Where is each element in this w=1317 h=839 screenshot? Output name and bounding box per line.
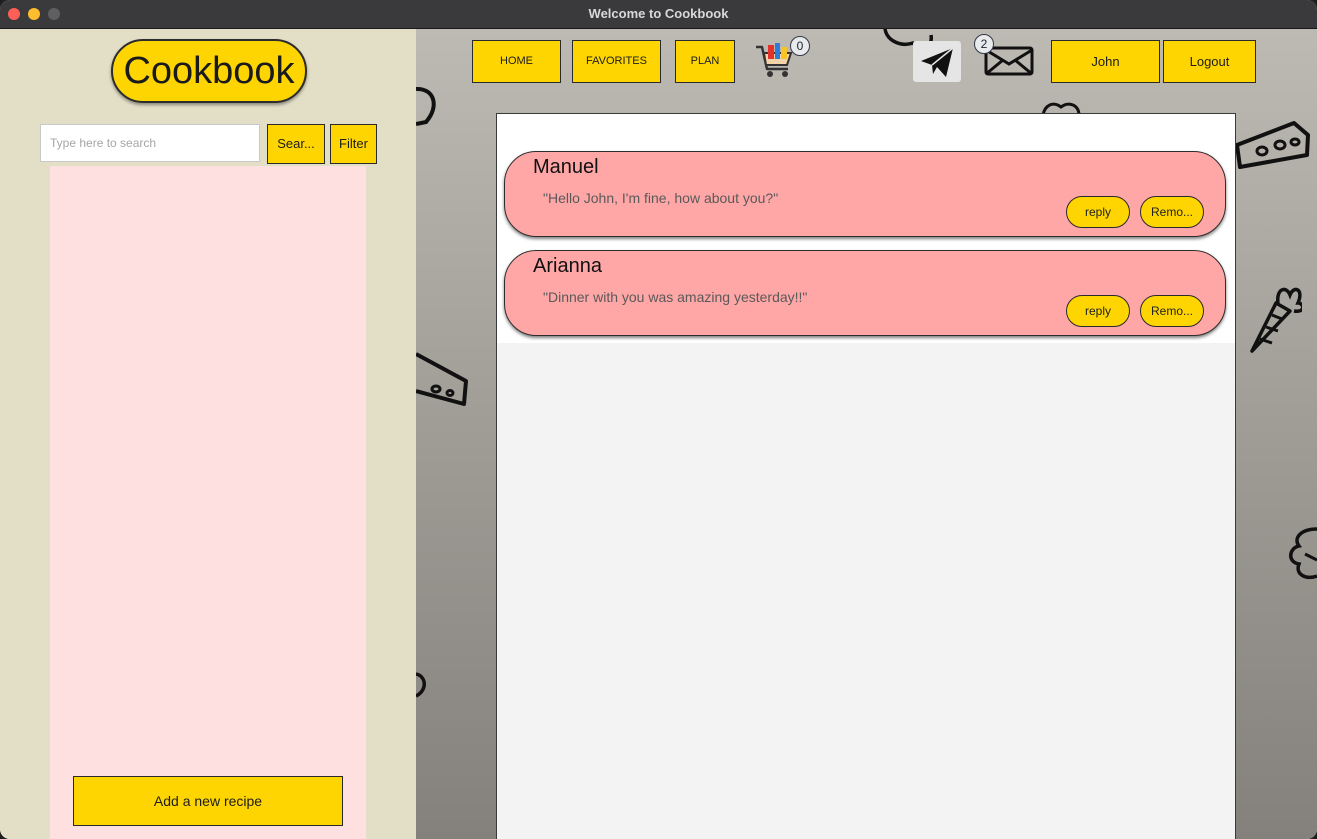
add-recipe-button[interactable]: Add a new recipe xyxy=(73,776,343,826)
paper-plane-icon xyxy=(921,47,954,77)
doodle-fragment-icon xyxy=(416,672,426,698)
message-sender: Arianna xyxy=(533,255,602,277)
search-button[interactable]: Sear... xyxy=(267,124,325,164)
reply-button[interactable]: reply xyxy=(1066,295,1130,327)
remove-button[interactable]: Remo... xyxy=(1140,295,1204,327)
reply-button[interactable]: reply xyxy=(1066,196,1130,228)
main-area: HOME FAVORITES PLAN 0 2 John Logout Manu… xyxy=(416,29,1317,839)
send-message-button[interactable] xyxy=(913,41,961,82)
window-title: Welcome to Cookbook xyxy=(588,6,729,21)
app-window: Welcome to Cookbook Cookbook Sear... Fil… xyxy=(0,0,1317,839)
nav-favorites-button[interactable]: FAVORITES xyxy=(572,40,661,83)
nav-plan-button[interactable]: PLAN xyxy=(675,40,735,83)
mail-count-badge: 2 xyxy=(974,34,994,54)
nav-home-button[interactable]: HOME xyxy=(472,40,561,83)
cheese-doodle-icon xyxy=(1235,121,1310,169)
broccoli-doodle-icon xyxy=(1289,527,1317,579)
logout-button[interactable]: Logout xyxy=(1163,40,1256,83)
message-text: "Dinner with you was amazing yesterday!!… xyxy=(543,289,808,305)
cookbook-logo: Cookbook xyxy=(111,39,307,103)
message-card: Manuel "Hello John, I'm fine, how about … xyxy=(504,151,1226,237)
messages-list: Manuel "Hello John, I'm fine, how about … xyxy=(497,114,1235,343)
title-bar: Welcome to Cookbook xyxy=(0,0,1317,29)
filter-button[interactable]: Filter xyxy=(330,124,377,164)
search-input[interactable] xyxy=(40,124,260,162)
cart-count-badge: 0 xyxy=(790,36,810,56)
user-profile-button[interactable]: John xyxy=(1051,40,1160,83)
message-sender: Manuel xyxy=(533,156,599,178)
cheese-doodle-icon xyxy=(416,352,468,406)
shopping-cart-icon[interactable] xyxy=(754,41,794,81)
message-text: "Hello John, I'm fine, how about you?" xyxy=(543,190,779,206)
recipe-list[interactable] xyxy=(50,166,366,839)
message-card: Arianna "Dinner with you was amazing yes… xyxy=(504,250,1226,336)
leaf-doodle-icon xyxy=(416,87,436,126)
remove-button[interactable]: Remo... xyxy=(1140,196,1204,228)
sidebar: Cookbook Sear... Filter Add a new recipe xyxy=(0,29,416,839)
messages-panel: Manuel "Hello John, I'm fine, how about … xyxy=(496,113,1236,839)
carrot-doodle-icon xyxy=(1250,287,1302,353)
